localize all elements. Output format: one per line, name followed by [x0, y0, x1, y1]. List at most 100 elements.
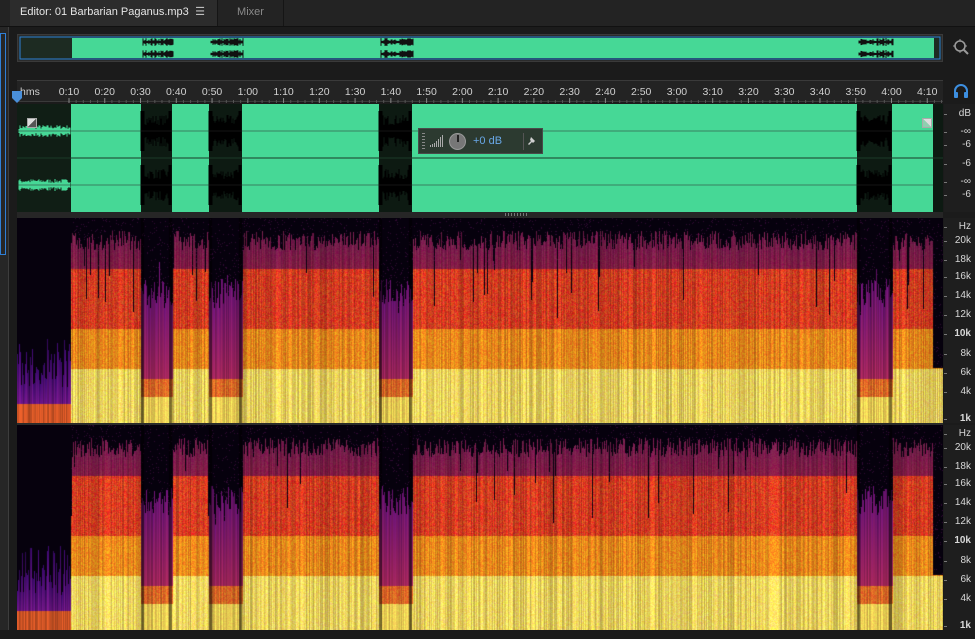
- ruler-label: 3:00: [667, 86, 688, 98]
- hz-label: 4k: [960, 386, 971, 397]
- ruler-label: 0:30: [130, 86, 151, 98]
- panel-menu-icon[interactable]: ☰: [195, 0, 205, 25]
- left-panel-edge: [0, 27, 9, 639]
- hz-tick: [944, 434, 947, 435]
- overview-navigator[interactable]: [17, 34, 943, 62]
- ruler-label: 0:40: [166, 86, 187, 98]
- hz-tick: [944, 296, 947, 297]
- hz-label: 14k: [954, 497, 971, 508]
- hz-label: 16k: [954, 271, 971, 282]
- hz-tick: [944, 541, 947, 542]
- spectral-display-left[interactable]: [17, 218, 943, 423]
- hz-tick: [944, 373, 947, 374]
- fade-out-handle[interactable]: [922, 118, 932, 128]
- ruler-label: 3:20: [738, 86, 759, 98]
- hz-unit-label: Hz: [958, 428, 971, 439]
- bottom-edge: [0, 630, 975, 639]
- time-ruler[interactable]: hms 0:10 0:20 0:30 0:40 0:50 1:00 1:10 1:20 1:30 1…: [17, 80, 943, 103]
- hz-label: 10k: [954, 535, 971, 546]
- tab-editor[interactable]: Editor: 01 Barbarian Paganus.mp3 ☰: [10, 0, 218, 26]
- hz-tick: [944, 599, 947, 600]
- ruler-label: 2:20: [524, 86, 545, 98]
- hz-tick: [944, 277, 947, 278]
- ruler-label: 3:50: [846, 86, 867, 98]
- db-label: -6: [962, 189, 971, 200]
- ruler-label: 3:40: [810, 86, 831, 98]
- ruler-label: 4:10: [917, 86, 938, 98]
- hz-tick: [944, 580, 947, 581]
- volume-hud[interactable]: +0 dB: [418, 128, 543, 154]
- hz-unit-label: Hz: [958, 221, 971, 232]
- playhead-marker-icon[interactable]: [12, 91, 22, 103]
- hz-label: 12k: [954, 516, 971, 527]
- spectrogram-left: [17, 218, 943, 423]
- tab-bar: Editor: 01 Barbarian Paganus.mp3 ☰ Mixer: [0, 0, 975, 27]
- ruler-label: 4:00: [881, 86, 902, 98]
- overview-body: [72, 38, 934, 58]
- ruler-label: 1:10: [273, 86, 294, 98]
- hz-label: 20k: [954, 442, 971, 453]
- hz-tick: [944, 241, 947, 242]
- hz-label: 16k: [954, 478, 971, 489]
- hz-tick: [944, 522, 947, 523]
- hz-tick: [944, 334, 947, 335]
- volume-meter-icon: [430, 135, 443, 147]
- overview-waveform: [19, 36, 941, 60]
- headphones-icon[interactable]: [953, 83, 969, 99]
- ruler-label: 2:30: [559, 86, 580, 98]
- ruler-label: 2:00: [452, 86, 473, 98]
- ruler-label: 3:30: [774, 86, 795, 98]
- hz-label: 1k: [959, 413, 971, 424]
- fade-in-handle[interactable]: [27, 118, 37, 128]
- ruler-label: 2:40: [595, 86, 616, 98]
- hz-tick: [944, 419, 947, 420]
- hz-tick: [944, 354, 947, 355]
- hz-tick: [944, 467, 947, 468]
- spectrogram-right: [17, 425, 943, 630]
- ruler-label: 1:50: [416, 86, 437, 98]
- divider-grip: [505, 213, 529, 216]
- hz-label: 6k: [960, 367, 971, 378]
- hz-label: 8k: [960, 555, 971, 566]
- ruler-label: 0:20: [95, 86, 116, 98]
- hz-label: 14k: [954, 290, 971, 301]
- hz-label: 8k: [960, 348, 971, 359]
- frequency-scale-left[interactable]: Hz 20k 18k 16k 14k 12k 10k 8k 6k 4k 1k: [944, 218, 975, 424]
- zoom-icon[interactable]: [952, 38, 970, 56]
- ruler-label: 0:50: [202, 86, 223, 98]
- pin-icon[interactable]: [523, 133, 542, 150]
- spectral-display-right[interactable]: [17, 425, 943, 630]
- time-ruler-ticks: hms 0:10 0:20 0:30 0:40 0:50 1:00 1:10 1:20 1:30 1…: [20, 86, 943, 103]
- hz-label: 20k: [954, 235, 971, 246]
- hz-tick: [944, 503, 947, 504]
- hz-tick: [944, 561, 947, 562]
- db-unit-label: dB: [958, 108, 971, 119]
- ruler-label: 1:00: [238, 86, 259, 98]
- hz-label: 12k: [954, 309, 971, 320]
- hud-grip[interactable]: [422, 133, 425, 149]
- tab-mixer[interactable]: Mixer: [218, 0, 284, 26]
- hz-label: 4k: [960, 593, 971, 604]
- volume-knob-icon[interactable]: [449, 133, 466, 150]
- hz-label: 10k: [954, 328, 971, 339]
- frequency-scale-right[interactable]: Hz 20k 18k 16k 14k 12k 10k 8k 6k 4k 1k: [944, 425, 975, 631]
- hz-label: 18k: [954, 254, 971, 265]
- waveform-display[interactable]: [17, 104, 943, 212]
- hz-label: 18k: [954, 461, 971, 472]
- hz-tick: [944, 260, 947, 261]
- db-label: -∞: [960, 126, 971, 137]
- hz-tick: [944, 315, 947, 316]
- ruler-unit-label: hms: [20, 86, 40, 98]
- hz-tick: [944, 484, 947, 485]
- volume-value[interactable]: +0 dB: [473, 129, 502, 153]
- hz-label: 6k: [960, 574, 971, 585]
- db-label: -6: [962, 158, 971, 169]
- ruler-label: 3:10: [702, 86, 723, 98]
- amplitude-scale[interactable]: dB -∞ -6 -6 -∞ -6: [944, 104, 975, 212]
- hz-tick: [944, 227, 947, 228]
- ruler-label: 2:50: [631, 86, 652, 98]
- db-label: -6: [962, 139, 971, 150]
- ruler-label: 0:10: [59, 86, 80, 98]
- ruler-label: 1:40: [381, 86, 402, 98]
- db-label: -∞: [960, 176, 971, 187]
